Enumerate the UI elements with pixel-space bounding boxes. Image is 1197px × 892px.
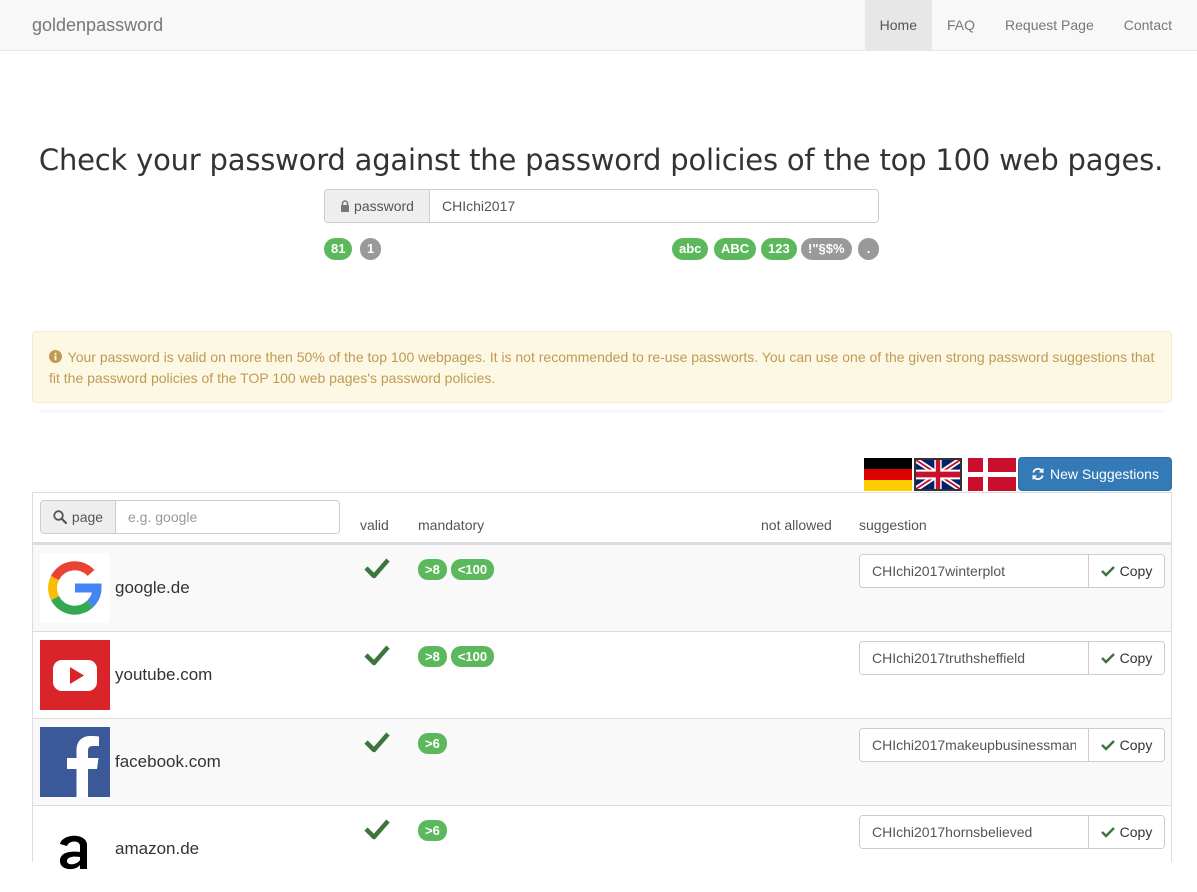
uk-flag-icon[interactable] <box>914 458 962 491</box>
facebook-logo-icon <box>40 727 110 797</box>
suggestion-group: Copy <box>859 815 1165 849</box>
mandatory-badges: >8 <100 <box>418 559 495 580</box>
mandatory-badge: <100 <box>450 559 495 580</box>
suggestion-group: Copy <box>859 554 1165 588</box>
check-icon <box>1100 827 1115 838</box>
mandatory-badges: >6 <box>418 820 447 841</box>
youtube-logo-icon <box>40 640 110 710</box>
table-row: amazon.de >6 Copy <box>33 805 1171 892</box>
char-class-digits-badge: 123 <box>761 238 797 260</box>
brand-logo-text[interactable]: goldenpassword <box>32 15 163 36</box>
password-addon: password <box>325 190 430 222</box>
password-label: password <box>354 198 414 214</box>
policy-table: page valid mandatory not allowed suggest… <box>32 492 1172 884</box>
alert-text: Your password is valid on more then 50% … <box>49 349 1155 386</box>
char-class-lowercase-badge: abc <box>672 238 709 260</box>
page-search-input[interactable] <box>116 501 339 533</box>
nav-item-home[interactable]: Home <box>864 0 932 50</box>
site-name: facebook.com <box>115 752 221 771</box>
page-search-addon: page <box>41 501 116 533</box>
char-class-special-badge: !"§$% <box>801 238 852 260</box>
suggestion-group: Copy <box>859 728 1165 762</box>
divider <box>40 410 1164 414</box>
german-flag-icon[interactable] <box>864 458 912 491</box>
check-icon <box>1100 566 1115 577</box>
mandatory-badge: <100 <box>450 646 495 667</box>
amazon-logo-icon <box>40 814 110 884</box>
table-row: facebook.com >6 Copy <box>33 718 1171 805</box>
nav-item-faq[interactable]: FAQ <box>932 0 990 50</box>
lock-icon <box>341 200 350 212</box>
nav-item-contact[interactable]: Contact <box>1109 0 1187 50</box>
navbar: goldenpassword Home FAQ Request Page Con… <box>0 0 1197 51</box>
copy-label: Copy <box>1119 737 1153 753</box>
suggestion-input[interactable] <box>860 816 1089 848</box>
check-icon <box>364 645 390 666</box>
page-search-group: page <box>40 500 340 534</box>
copy-button[interactable]: Copy <box>1089 642 1164 674</box>
header-not-allowed: not allowed <box>761 517 832 533</box>
mandatory-badges: >8 <100 <box>418 646 495 667</box>
mandatory-badge: >6 <box>418 733 447 754</box>
check-icon <box>364 819 390 840</box>
page-title: Check your password against the password… <box>38 143 1164 177</box>
mandatory-badges: >6 <box>418 733 447 754</box>
check-icon <box>1100 740 1115 751</box>
search-icon <box>53 510 67 524</box>
copy-label: Copy <box>1119 563 1153 579</box>
site-name: amazon.de <box>115 839 200 858</box>
password-input-group: password <box>324 189 879 223</box>
check-icon <box>1100 653 1115 664</box>
new-suggestions-button[interactable]: New Suggestions <box>1018 457 1172 491</box>
valid-count-badge: 81 <box>324 238 353 260</box>
header-valid: valid <box>360 517 389 533</box>
nav-item-request-page[interactable]: Request Page <box>990 0 1109 50</box>
suggestion-input[interactable] <box>860 555 1089 587</box>
copy-button[interactable]: Copy <box>1089 555 1164 587</box>
copy-label: Copy <box>1119 650 1153 666</box>
warning-alert: Your password is valid on more then 50% … <box>32 331 1172 403</box>
mandatory-badge: >8 <box>418 559 447 580</box>
copy-button[interactable]: Copy <box>1089 729 1164 761</box>
check-icon <box>364 558 390 579</box>
suggestion-group: Copy <box>859 641 1165 675</box>
mandatory-badge: >8 <box>418 646 447 667</box>
google-logo-icon <box>40 553 110 623</box>
table-row: google.de >8 <100 Copy <box>33 544 1171 631</box>
suggestion-input[interactable] <box>860 729 1089 761</box>
danish-flag-icon[interactable] <box>968 458 1016 491</box>
copy-button[interactable]: Copy <box>1089 816 1164 848</box>
refresh-icon <box>1032 467 1044 481</box>
password-input[interactable] <box>430 190 878 222</box>
new-suggestions-label: New Suggestions <box>1050 466 1159 482</box>
site-name: youtube.com <box>115 665 213 684</box>
page-search-label: page <box>71 509 104 525</box>
header-mandatory: mandatory <box>418 517 485 533</box>
copy-label: Copy <box>1119 824 1153 840</box>
invalid-count-badge: 1 <box>360 238 382 260</box>
mandatory-badge: >6 <box>418 820 447 841</box>
check-icon <box>364 732 390 753</box>
suggestion-input[interactable] <box>860 642 1089 674</box>
table-row: youtube.com >8 <100 Copy <box>33 631 1171 718</box>
header-suggestion: suggestion <box>859 517 927 533</box>
nav-menu: Home FAQ Request Page Contact <box>864 0 1187 50</box>
char-class-uppercase-badge: ABC <box>714 238 757 260</box>
char-class-other-badge: . <box>858 238 879 260</box>
info-icon <box>49 350 62 363</box>
site-name: google.de <box>115 578 190 597</box>
